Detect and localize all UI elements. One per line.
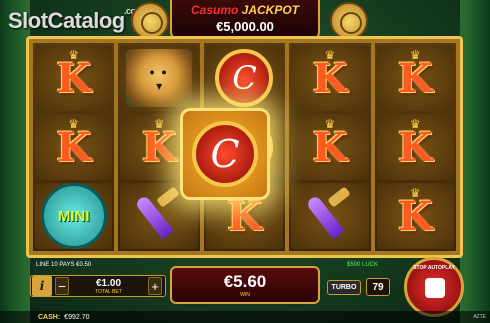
right-jungle-foliage: [460, 0, 490, 323]
reel-1: ♛ K ♛ K MINI: [33, 43, 115, 251]
cash-bar: CASH: €992.70 AZTE: [0, 311, 490, 323]
cash-value: €992.70: [64, 313, 90, 321]
dagger-symbol: [300, 186, 360, 246]
jackpot-label: JACKPOT: [241, 3, 300, 17]
win-panel: €5.60 WIN: [170, 266, 320, 304]
reel-cell: ♛K: [291, 45, 369, 111]
casumo-c-coin: C: [192, 121, 258, 187]
reel-cell: ♛K: [376, 114, 454, 180]
cash-label: CASH:: [38, 313, 61, 321]
casumo-c-symbol: C: [215, 49, 274, 107]
line-win-info: LINE 10 PAYS €0.50: [36, 262, 92, 268]
casumo-wild-symbol-highlight: C: [180, 108, 270, 200]
reel-cell: ♛K: [291, 114, 369, 180]
crown-icon: ♛: [409, 117, 421, 131]
crown-icon: ♛: [68, 117, 80, 131]
crown-icon: ♛: [68, 48, 80, 62]
jackpot-title: Casumo JACKPOT: [172, 0, 318, 17]
reel-cell: ♛K: [376, 183, 454, 249]
reel-cell: C: [205, 45, 284, 111]
reel-4: ♛ K ♛ K: [289, 43, 371, 251]
stop-autoplay-label: STOP AUTOPLAY: [413, 265, 455, 271]
reel-cell: [291, 183, 369, 249]
jaguar-symbol: [126, 49, 193, 107]
win-label: WIN: [240, 292, 250, 298]
jackpot-panel: Casumo JACKPOT €5,000.00: [170, 0, 320, 40]
stop-square-icon: [425, 278, 445, 298]
bet-increase-button[interactable]: +: [148, 277, 162, 295]
info-button[interactable]: i: [32, 276, 52, 296]
crown-icon: ♛: [324, 48, 336, 62]
watermark-text: SlotCatalog: [8, 8, 125, 33]
reel-cell: ♛K: [35, 45, 113, 111]
autoplay-spins-remaining: 79: [366, 278, 390, 296]
turbo-button[interactable]: TURBO: [327, 280, 361, 295]
mini-jackpot-symbol: MINI: [40, 183, 107, 249]
crown-icon: ♛: [153, 117, 165, 131]
game-tag: AZTE: [473, 314, 486, 320]
reel-5: ♛ K ♛ K ♛ K: [374, 43, 456, 251]
jackpot-brand: Casumo: [190, 3, 239, 17]
slotcatalog-watermark: SlotCatalog.com: [8, 6, 144, 34]
aztec-medallion-right: [330, 2, 368, 40]
stop-autoplay-button[interactable]: STOP AUTOPLAY: [404, 257, 464, 317]
crown-icon: ♛: [409, 186, 421, 200]
total-bet-display: €1.00 TOTAL BET: [72, 278, 145, 295]
luck-indicator: $500 LUCK: [347, 262, 379, 268]
total-bet-label: TOTAL BET: [95, 288, 122, 295]
reel-cell: ♛K: [35, 114, 113, 180]
win-amount: €5.60: [223, 272, 267, 291]
crown-icon: ♛: [324, 117, 336, 131]
reel-cell: [120, 45, 198, 111]
reel-cell: MINI: [35, 183, 113, 249]
dagger-symbol: [129, 186, 189, 246]
bet-decrease-button[interactable]: −: [55, 277, 69, 295]
crown-icon: ♛: [409, 48, 421, 62]
aztec-medallion-left: [131, 2, 169, 40]
jackpot-amount: €5,000.00: [216, 19, 274, 34]
bet-panel: i − €1.00 TOTAL BET +: [30, 275, 166, 297]
total-bet-amount: €1.00: [95, 277, 122, 289]
reel-cell: ♛K: [376, 45, 454, 111]
